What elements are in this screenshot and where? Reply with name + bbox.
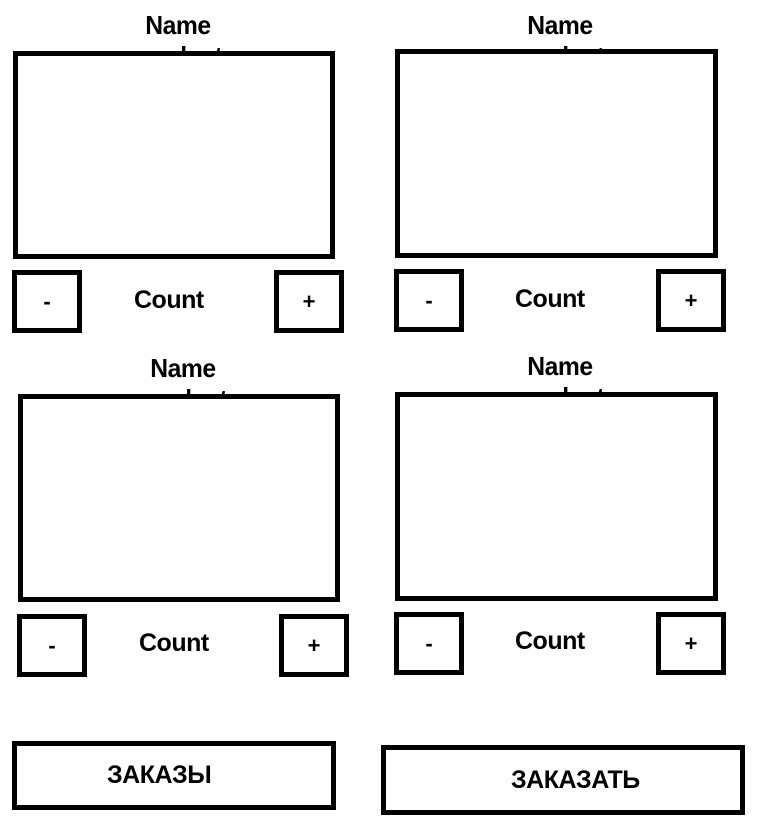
product-image — [13, 51, 335, 259]
increase-button[interactable]: + — [656, 269, 726, 332]
orders-button[interactable]: ЗАКАЗЫ — [12, 741, 336, 810]
count-label: Count — [515, 627, 585, 655]
place-order-button[interactable]: ЗАКАЗАТЬ — [381, 745, 745, 815]
decrease-button[interactable]: - — [17, 614, 87, 677]
decrease-button[interactable]: - — [12, 270, 82, 333]
increase-button[interactable]: + — [274, 270, 344, 333]
count-label: Count — [139, 629, 209, 657]
decrease-button[interactable]: - — [394, 269, 464, 332]
count-label: Count — [515, 285, 585, 313]
orders-button-label: ЗАКАЗЫ — [107, 761, 212, 789]
increase-button[interactable]: + — [656, 612, 726, 675]
place-order-button-label: ЗАКАЗАТЬ — [511, 765, 640, 794]
product-image — [18, 394, 340, 602]
decrease-button[interactable]: - — [394, 612, 464, 675]
increase-button[interactable]: + — [279, 614, 349, 677]
product-image — [395, 392, 718, 601]
product-image — [395, 49, 718, 258]
count-label: Count — [134, 286, 204, 314]
